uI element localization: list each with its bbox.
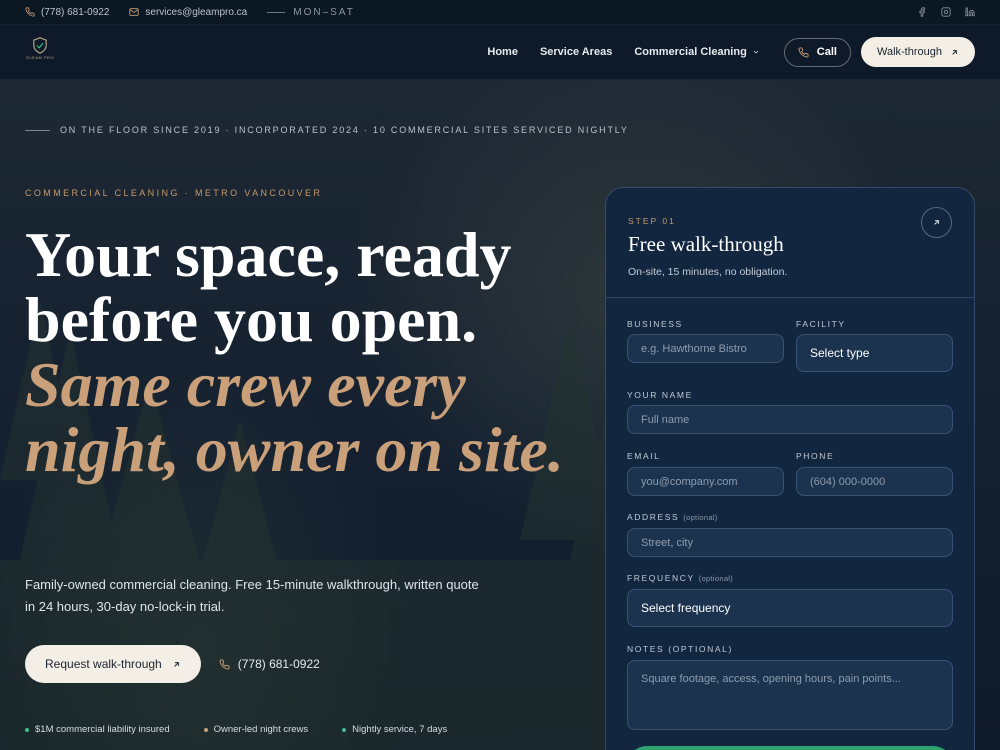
nav-links: Home Service Areas Commercial Cleaning C… (465, 37, 975, 67)
badge-dot (203, 727, 208, 732)
walkthrough-form-card: STEP 01 Free walk-through On-site, 15 mi… (605, 187, 975, 750)
badge-dot (25, 727, 29, 732)
main-navigation: GLEAM PRO Home Service Areas Commercial … (0, 25, 1000, 80)
facility-select[interactable]: Select type (796, 334, 953, 372)
arrow-up-right-icon (174, 661, 179, 667)
badge-owner-led: Owner-led night crews (203, 724, 309, 735)
linkedin-icon[interactable] (965, 7, 975, 17)
name-placeholder: Full name (641, 413, 690, 426)
hero-cta-row: Request walk-through (778) 681-0922 (25, 645, 320, 683)
walkthrough-button[interactable]: Walk-through (860, 37, 975, 67)
brand-logo[interactable]: GLEAM PRO (25, 37, 55, 67)
since-text: ON THE FLOOR SINCE 2019 · INCORPORATED 2… (60, 125, 629, 135)
arrow-up-right-icon (934, 220, 939, 225)
notes-textarea[interactable]: Square footage, access, opening hours, p… (627, 660, 953, 730)
chevron-down-icon (753, 50, 759, 54)
badge-dot (342, 727, 347, 732)
frequency-value: Select frequency (641, 601, 731, 615)
request-walkthrough-button[interactable]: Request walk-through (25, 645, 201, 683)
facebook-icon[interactable] (917, 7, 927, 17)
badge-text: Owner-led night crews (213, 724, 309, 735)
address-label-text: ADDRESS (627, 512, 680, 522)
phone-icon (219, 658, 230, 669)
call-button-label: Call (816, 46, 837, 58)
arrow-up-right-icon (952, 49, 957, 55)
business-placeholder: e.g. Hawthorne Bistro (641, 342, 747, 355)
hero-eyebrow: COMMERCIAL CLEANING · METRO VANCOUVER (25, 188, 323, 198)
form-subtitle: On-site, 15 minutes, no obligation. (628, 266, 788, 278)
phone-label: PHONE (796, 451, 835, 461)
topbar-phone-text: (778) 681-0922 (41, 6, 110, 18)
phone-icon (25, 7, 35, 17)
divider (267, 11, 286, 13)
mail-icon (129, 7, 139, 17)
topbar-email[interactable]: services@gleampro.ca (129, 7, 247, 18)
nav-home[interactable]: Home (487, 46, 518, 58)
form-arrow-button[interactable] (921, 207, 952, 238)
business-label: BUSINESS (627, 319, 683, 329)
badge-nightly: Nightly service, 7 days (342, 724, 447, 735)
phone-placeholder: (604) 000-0000 (810, 475, 886, 488)
nav-commercial-cleaning-label: Commercial Cleaning (634, 46, 747, 58)
instagram-icon[interactable] (941, 7, 951, 17)
frequency-optional-tag: (optional) (698, 574, 734, 583)
trust-badges: $1M commercial liability insured Owner-l… (25, 724, 447, 735)
walkthrough-button-label: Walk-through (876, 46, 942, 58)
logo-text: GLEAM PRO (25, 55, 55, 60)
name-input[interactable]: Full name (627, 405, 953, 434)
badge-text: $1M commercial liability insured (35, 724, 170, 735)
social-links (917, 7, 975, 17)
address-input[interactable]: Street, city (627, 528, 953, 557)
headline-accent: Same crew every night, owner on site. (25, 349, 564, 485)
form-step-label: STEP 01 (628, 216, 676, 226)
notes-placeholder: Square footage, access, opening hours, p… (641, 673, 901, 685)
topbar-phone[interactable]: (778) 681-0922 (25, 7, 109, 18)
submit-button[interactable] (627, 746, 953, 750)
facility-label: FACILITY (796, 319, 846, 329)
name-label: YOUR NAME (627, 390, 693, 400)
business-input[interactable]: e.g. Hawthorne Bistro (627, 334, 784, 363)
topbar-hours: MON–SAT (267, 7, 355, 18)
request-walkthrough-label: Request walk-through (45, 657, 162, 671)
email-placeholder: you@company.com (641, 475, 738, 488)
since-line: ON THE FLOOR SINCE 2019 · INCORPORATED 2… (25, 125, 629, 135)
hours-text: MON–SAT (293, 6, 355, 18)
nav-service-areas[interactable]: Service Areas (540, 46, 612, 58)
hero-headline: Your space, ready before you open. Same … (25, 222, 565, 482)
headline-line-1: Your space, ready (25, 219, 512, 290)
frequency-select[interactable]: Select frequency (627, 589, 953, 627)
phone-input[interactable]: (604) 000-0000 (796, 467, 953, 496)
nav-commercial-cleaning[interactable]: Commercial Cleaning (634, 46, 759, 58)
hero-phone-text: (778) 681-0922 (237, 657, 320, 671)
address-optional-tag: (optional) (683, 513, 718, 522)
notes-label: NOTES (OPTIONAL) (627, 644, 733, 654)
facility-value: Select type (810, 346, 870, 360)
address-placeholder: Street, city (641, 536, 693, 549)
top-info-bar: (778) 681-0922 services@gleampro.ca MON–… (0, 0, 1000, 25)
topbar-email-text: services@gleampro.ca (145, 6, 248, 18)
hero-lead: Family-owned commercial cleaning. Free 1… (25, 577, 479, 614)
badge-text: Nightly service, 7 days (352, 724, 448, 735)
email-input[interactable]: you@company.com (627, 467, 784, 496)
address-label: ADDRESS (optional) (627, 512, 718, 522)
hero-phone-link[interactable]: (778) 681-0922 (219, 657, 320, 671)
badge-insured: $1M commercial liability insured (25, 724, 170, 735)
divider (25, 129, 50, 131)
call-button[interactable]: Call (783, 37, 851, 67)
logo-shield-icon (33, 37, 47, 54)
frequency-label-text: FREQUENCY (627, 573, 695, 583)
form-title: Free walk-through (628, 232, 784, 256)
phone-icon (798, 46, 809, 57)
frequency-label: FREQUENCY (optional) (627, 573, 733, 583)
email-label: EMAIL (627, 451, 661, 461)
headline-line-2: before you open. (25, 284, 478, 355)
form-header: STEP 01 Free walk-through On-site, 15 mi… (606, 188, 974, 298)
